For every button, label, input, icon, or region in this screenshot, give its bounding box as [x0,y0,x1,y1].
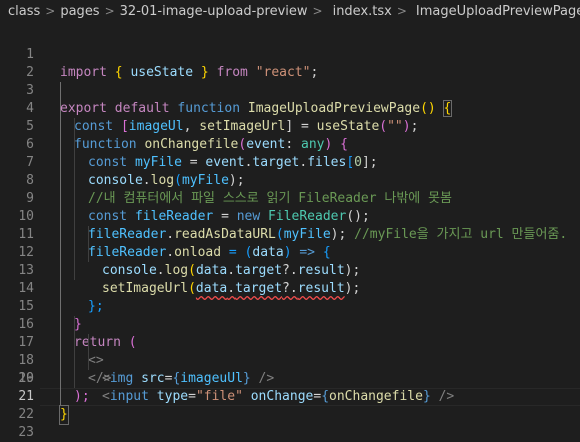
code-line: 10 fileReader.readAsDataURL(myFile); //m… [0,190,580,242]
code-line: 1 import { useState } from "react"; [0,28,580,80]
code-line: 22} [0,405,580,425]
chevron-right-icon: > [312,4,323,18]
code-text[interactable]: ); [74,388,90,406]
breadcrumb-item-file[interactable]: index.tsx [333,4,392,19]
breadcrumb-item-pages[interactable]: pages [60,4,99,19]
breadcrumb: class > pages > 32-01-image-upload-previ… [0,0,580,22]
code-line: 12 console.log(data.target?.result); [0,226,580,278]
code-line: 6 const myFile = event.target.files[0]; [0,118,580,170]
code-line: 13 setImageUrl(data.target?.result); [0,244,580,296]
code-line: 4 const [imageUl, setImageUrl] = useStat… [0,82,580,134]
code-line: 15 } [0,280,580,332]
code-text[interactable]: </> [88,370,111,388]
code-line: 9 const fileReader = new FileReader(); [0,172,580,224]
code-line: 7 console.log(myFile); [0,136,580,188]
breadcrumb-item-class[interactable]: class [8,4,40,19]
code-text[interactable]: } [59,405,69,425]
indent-guide [88,334,89,370]
line-number: 21 [18,389,34,404]
chevron-right-icon: > [45,4,56,18]
code-line: 21); [0,388,580,406]
code-line: 20 </> [0,370,580,388]
code-line: 23 [0,424,580,442]
code-line: 8 //내 컴퓨터에서 파일 스스로 읽기 FileReader 나밖에 못봄 [0,154,580,206]
code-line: 16 return ( [0,298,580,350]
chevron-right-icon: > [104,4,115,18]
line-number: 20 [18,371,34,386]
breadcrumb-item-folder[interactable]: 32-01-image-upload-preview [120,4,308,19]
code-line: 19 <input type="file" onChange={onChange… [0,352,580,404]
chevron-right-icon: > [396,4,407,18]
code-line: 14 }; [0,262,580,314]
code-line: 18 <img src={imageuUl} /> [0,334,580,386]
code-editor[interactable]: 1 import { useState } from "react"; 2 3 … [0,22,580,442]
line-number: 22 [18,407,34,422]
code-line: 5 function onChangefile(event: any) { [0,100,580,152]
code-line: 17 <> [0,316,580,368]
line-number: 23 [18,425,34,440]
code-line: 11 fileReader.onload = (data) => { [0,208,580,260]
code-line: 2 [0,46,580,80]
code-line: 3 export default function ImageUploadPre… [0,64,580,117]
breadcrumb-item-symbol[interactable]: ImageUploadPreviewPage [416,4,580,19]
